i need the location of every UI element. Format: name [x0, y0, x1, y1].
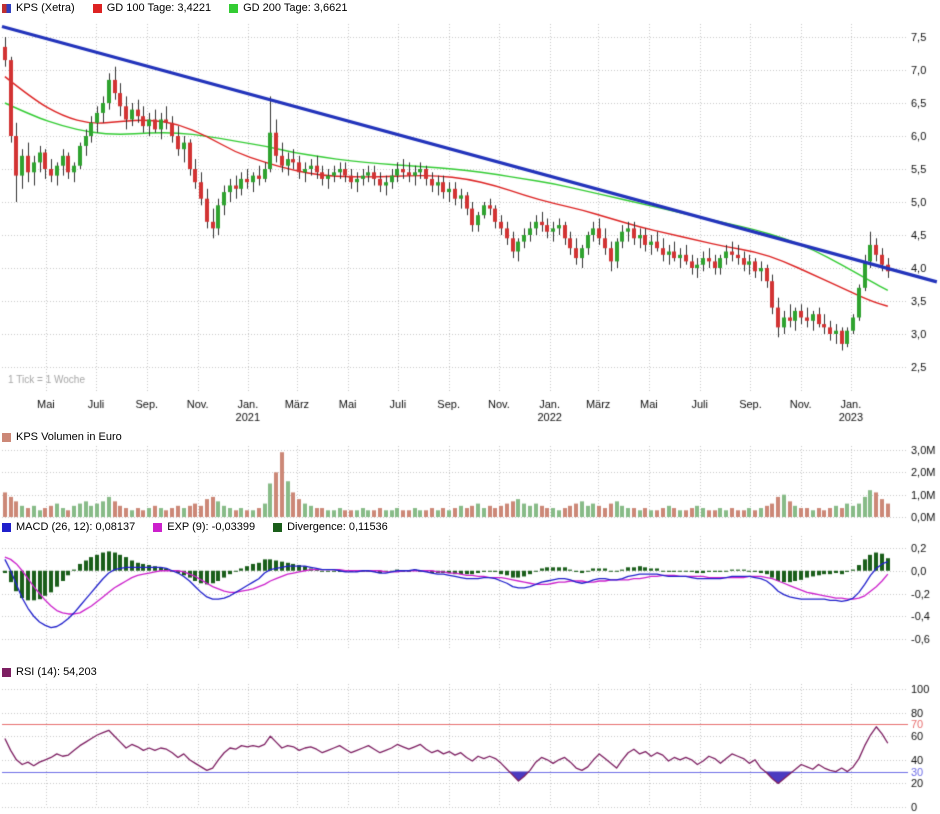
price-legend-gd100-item: GD 100 Tage: 3,4221 — [93, 2, 211, 14]
divergence-icon — [273, 523, 282, 532]
macd-label: MACD (26, 12): 0,08137 — [16, 521, 135, 533]
gd100-icon — [93, 4, 102, 13]
volume-icon — [2, 433, 11, 442]
gd200-icon — [229, 4, 238, 13]
stock-chart-page: KPS (Xetra) GD 100 Tage: 3,4221 GD 200 T… — [0, 0, 940, 814]
rsi-legend: RSI (14): 54,203 — [2, 666, 115, 678]
volume-label: KPS Volumen in Euro — [16, 431, 122, 443]
exp-label: EXP (9): -0,03399 — [167, 521, 255, 533]
rsi-label: RSI (14): 54,203 — [16, 666, 97, 678]
rsi-legend-item: RSI (14): 54,203 — [2, 666, 97, 678]
kps-candle-icon — [2, 4, 11, 13]
price-legend-gd200-item: GD 200 Tage: 3,6621 — [229, 2, 347, 14]
rsi-icon — [2, 668, 11, 677]
volume-legend: KPS Volumen in Euro — [2, 431, 140, 443]
macd-legend: MACD (26, 12): 0,08137 EXP (9): -0,03399… — [2, 521, 406, 533]
macd-legend-exp-item: EXP (9): -0,03399 — [153, 521, 255, 533]
price-legend-symbol-item: KPS (Xetra) — [2, 2, 75, 14]
volume-legend-item: KPS Volumen in Euro — [2, 431, 122, 443]
kps-symbol-label: KPS (Xetra) — [16, 2, 75, 14]
macd-legend-divergence-item: Divergence: 0,11536 — [273, 521, 388, 533]
price-legend: KPS (Xetra) GD 100 Tage: 3,4221 GD 200 T… — [2, 2, 365, 14]
chart-canvas — [0, 0, 940, 814]
divergence-label: Divergence: 0,11536 — [287, 521, 388, 533]
gd100-label: GD 100 Tage: 3,4221 — [107, 2, 211, 14]
macd-icon — [2, 523, 11, 532]
macd-legend-macd-item: MACD (26, 12): 0,08137 — [2, 521, 135, 533]
gd200-label: GD 200 Tage: 3,6621 — [243, 2, 347, 14]
exp-icon — [153, 523, 162, 532]
